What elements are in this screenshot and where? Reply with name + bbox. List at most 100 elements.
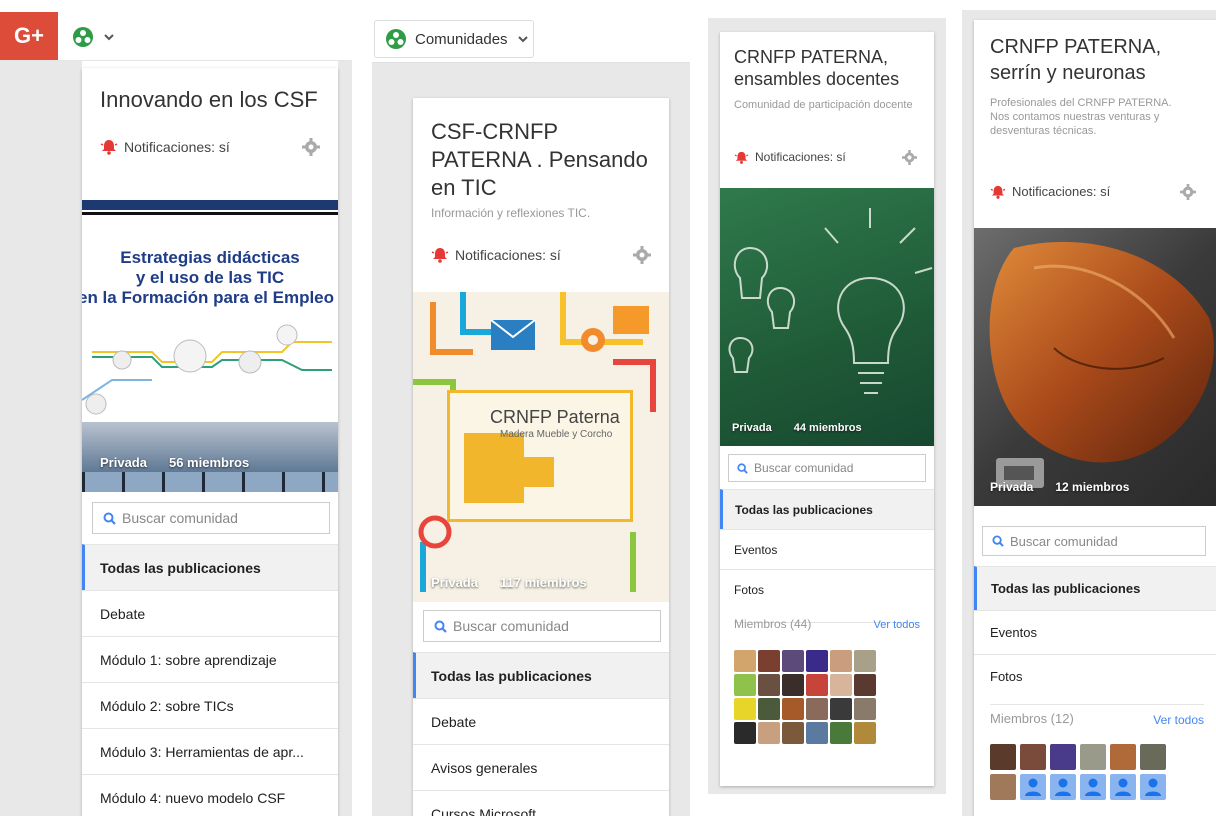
nav-item-all-posts[interactable]: Todas las publicaciones [974, 566, 1216, 610]
member-avatar[interactable] [806, 650, 828, 672]
nav-item-modulo-4[interactable]: Módulo 4: nuevo modelo CSF [82, 774, 338, 816]
members-grid [734, 650, 924, 770]
nav-item-avisos-generales[interactable]: Avisos generales [413, 744, 669, 790]
member-avatar[interactable] [854, 674, 876, 696]
bell-icon [431, 248, 449, 263]
member-avatar[interactable] [806, 722, 828, 744]
member-avatar[interactable] [758, 722, 780, 744]
cover-title-line-2: y el uso de las TIC [135, 268, 285, 287]
gear-icon[interactable] [1180, 184, 1196, 200]
notifications-toggle[interactable]: Notificaciones: sí [990, 184, 1110, 199]
community-nav: Todas las publicaciones Debate Módulo 1:… [82, 544, 338, 816]
panel-ensambles-docentes: CRNFP PATERNA, ensambles docentes Comuni… [708, 18, 946, 794]
nav-item-modulo-1[interactable]: Módulo 1: sobre aprendizaje [82, 636, 338, 682]
member-avatar[interactable] [854, 698, 876, 720]
member-avatar[interactable] [782, 722, 804, 744]
member-avatar-default[interactable] [1020, 774, 1046, 800]
nav-item-all-posts[interactable]: Todas las publicaciones [82, 544, 338, 590]
search-icon [103, 512, 116, 525]
members-count: 44 miembros [793, 422, 862, 434]
nav-item-cursos-microsoft[interactable]: Cursos Microsoft [413, 790, 669, 816]
search-placeholder: Buscar comunidad [122, 510, 238, 526]
member-avatar[interactable] [758, 674, 780, 696]
nav-item-modulo-3[interactable]: Módulo 3: Herramientas de apr... [82, 728, 338, 774]
person-icon [1085, 778, 1101, 796]
panel-serrin-neuronas: CRNFP PATERNA, serrín y neuronas Profesi… [962, 10, 1216, 816]
see-all-members-link[interactable]: Ver todos [874, 619, 920, 633]
member-avatar[interactable] [990, 744, 1016, 770]
right-gutter [338, 61, 352, 816]
member-avatar[interactable] [806, 674, 828, 696]
member-avatar[interactable] [734, 722, 756, 744]
member-avatar-default[interactable] [1080, 774, 1106, 800]
community-search-input[interactable]: Buscar comunidad [982, 526, 1206, 556]
member-avatar[interactable] [830, 650, 852, 672]
member-avatar-default[interactable] [1050, 774, 1076, 800]
member-avatar[interactable] [758, 650, 780, 672]
nav-item-debate[interactable]: Debate [82, 590, 338, 636]
gear-icon[interactable] [302, 138, 320, 156]
member-avatar[interactable] [1110, 744, 1136, 770]
member-avatar-default[interactable] [1140, 774, 1166, 800]
member-avatar[interactable] [1140, 744, 1166, 770]
logo-shape-2 [510, 457, 554, 487]
see-all-members-link[interactable]: Ver todos [1153, 713, 1204, 728]
communities-dropdown[interactable] [62, 19, 132, 55]
member-avatar[interactable] [734, 674, 756, 696]
community-description: Comunidad de participación docente [734, 99, 913, 111]
member-avatar-default[interactable] [1110, 774, 1136, 800]
notifications-toggle[interactable]: Notificaciones: sí [100, 139, 230, 155]
search-icon [434, 620, 447, 633]
community-stats: Privada 56 miembros [100, 455, 249, 470]
member-avatar[interactable] [830, 698, 852, 720]
community-card: Innovando en los CSF Notificaciones: sí … [82, 68, 338, 816]
gear-icon[interactable] [633, 246, 651, 264]
community-search-input[interactable]: Buscar comunidad [423, 610, 661, 642]
communities-dropdown[interactable]: Comunidades [374, 20, 534, 58]
member-avatar[interactable] [782, 698, 804, 720]
nav-item-eventos[interactable]: Eventos [974, 610, 1216, 654]
notifications-toggle[interactable]: Notificaciones: sí [431, 247, 561, 263]
member-avatar[interactable] [782, 650, 804, 672]
nav-item-all-posts[interactable]: Todas las publicaciones [413, 652, 669, 698]
person-icon [1055, 778, 1071, 796]
community-stats: Privada 44 miembros [732, 422, 862, 434]
member-avatar[interactable] [854, 650, 876, 672]
member-avatar[interactable] [1080, 744, 1106, 770]
community-search-input[interactable]: Buscar comunidad [728, 454, 926, 482]
gplus-logo[interactable]: G+ [0, 12, 58, 60]
nav-item-eventos[interactable]: Eventos [720, 529, 934, 569]
nav-item-fotos[interactable]: Fotos [720, 569, 934, 609]
gear-icon[interactable] [902, 150, 917, 165]
member-avatar[interactable] [734, 650, 756, 672]
search-icon [737, 462, 748, 474]
community-description: Información y reflexiones TIC. [431, 206, 591, 220]
logo-subtitle: Madera Mueble y Corcho [500, 429, 613, 440]
member-avatar[interactable] [806, 698, 828, 720]
cover-stripe [82, 200, 338, 210]
member-avatar[interactable] [782, 674, 804, 696]
community-title: CRNFP PATERNA, ensambles docentes [734, 47, 900, 89]
person-icon [1115, 778, 1131, 796]
members-header: Miembros (44) Ver todos [734, 617, 920, 637]
person-icon [1145, 778, 1161, 796]
nav-item-modulo-2[interactable]: Módulo 2: sobre TICs [82, 682, 338, 728]
communities-icon [386, 29, 406, 49]
notifications-toggle[interactable]: Notificaciones: sí [734, 150, 846, 164]
member-avatar[interactable] [1050, 744, 1076, 770]
panel-pensando-tic: Comunidades CSF-CRNFP PATERNA . Pensando… [372, 0, 690, 816]
member-avatar[interactable] [990, 774, 1016, 800]
member-avatar[interactable] [830, 722, 852, 744]
member-avatar[interactable] [1020, 744, 1046, 770]
member-avatar[interactable] [734, 698, 756, 720]
nav-item-debate[interactable]: Debate [413, 698, 669, 744]
members-count: 117 miembros [499, 575, 587, 590]
community-search-input[interactable]: Buscar comunidad [92, 502, 330, 534]
member-avatar[interactable] [854, 722, 876, 744]
nav-item-fotos[interactable]: Fotos [974, 654, 1216, 698]
members-header: Miembros (12) Ver todos [990, 704, 1204, 727]
nav-item-all-posts[interactable]: Todas las publicaciones [720, 489, 934, 529]
member-avatar[interactable] [830, 674, 852, 696]
community-stats: Privada 117 miembros [431, 575, 587, 590]
member-avatar[interactable] [758, 698, 780, 720]
